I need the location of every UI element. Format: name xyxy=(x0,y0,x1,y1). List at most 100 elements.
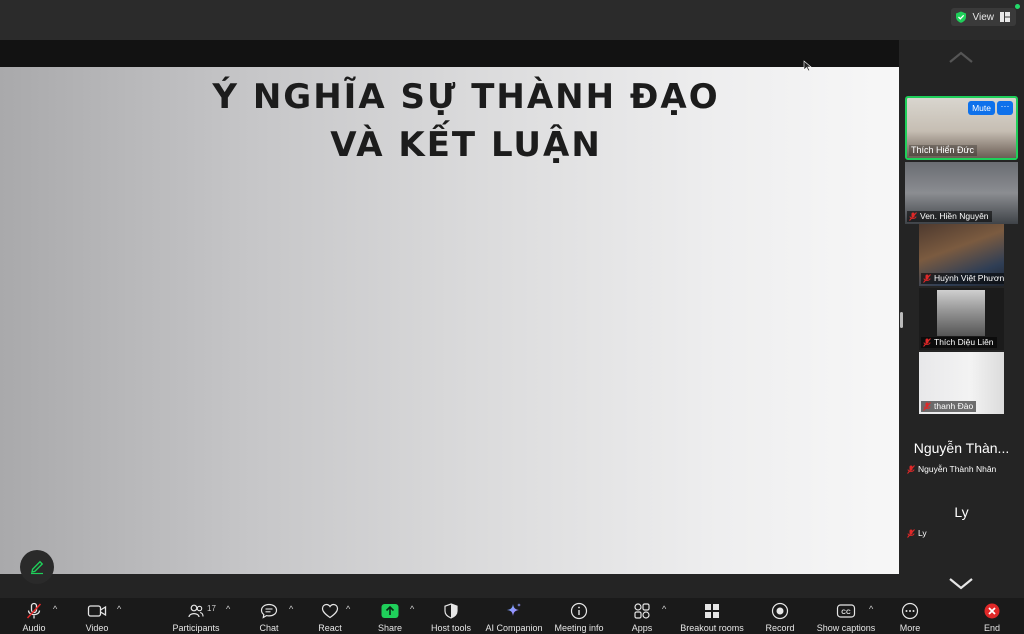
host-tools-button[interactable]: Host tools xyxy=(426,598,476,634)
breakout-rooms-label: Breakout rooms xyxy=(680,623,744,633)
chat-bubble-icon xyxy=(260,603,278,619)
participants-label: Participants xyxy=(172,623,220,633)
video-button[interactable]: Video xyxy=(77,598,117,634)
apps-button[interactable]: Apps xyxy=(625,598,659,634)
participant-name: Ly xyxy=(918,528,927,538)
more-label: More xyxy=(899,623,921,633)
participant-name: Nguyễn Thành Nhân xyxy=(918,464,997,474)
video-tile-active-speaker[interactable]: Mute ··· Thích Hiển Đức xyxy=(905,96,1018,160)
meeting-info-label: Meeting info xyxy=(554,623,604,633)
participant-name-label: Nguyễn Thành Nhân xyxy=(907,464,996,474)
microphone-muted-icon xyxy=(26,602,42,619)
video-options-caret[interactable]: ^ xyxy=(117,604,121,614)
react-button[interactable]: React xyxy=(313,598,347,634)
heart-icon xyxy=(321,603,339,619)
svg-text:CC: CC xyxy=(841,609,851,616)
share-screen-button[interactable]: Share xyxy=(373,598,407,634)
security-shield-icon xyxy=(955,11,966,23)
show-captions-label: Show captions xyxy=(816,623,876,633)
view-button[interactable]: View xyxy=(950,8,1016,26)
status-dot xyxy=(1015,4,1020,9)
end-meeting-icon xyxy=(984,603,1000,619)
audio-button[interactable]: Audio xyxy=(14,598,54,634)
more-options-icon xyxy=(901,602,919,620)
video-label: Video xyxy=(85,623,109,633)
presentation-slide: Ý NGHĨA SỰ THÀNH ĐẠO VÀ KẾT LUẬN xyxy=(0,60,899,574)
video-tile[interactable]: Ven. Hiền Nguyên xyxy=(905,162,1018,224)
video-tile[interactable]: Huỳnh Việt Phương xyxy=(919,224,1004,286)
record-label: Record xyxy=(765,623,795,633)
react-options-caret[interactable]: ^ xyxy=(346,604,350,614)
participant-name-label: thanh Đào xyxy=(921,401,977,412)
end-meeting-button[interactable]: End xyxy=(975,598,1009,634)
mic-muted-icon xyxy=(907,464,915,474)
chat-options-caret[interactable]: ^ xyxy=(289,604,293,614)
mouse-cursor-icon xyxy=(803,60,812,72)
participant-name: thanh Đào xyxy=(934,401,974,411)
view-label: View xyxy=(972,11,995,23)
record-button[interactable]: Record xyxy=(762,598,798,634)
participant-name-label: Ly xyxy=(907,528,927,538)
breakout-rooms-button[interactable]: Breakout rooms xyxy=(678,598,746,634)
video-tile-no-video[interactable]: Ly Ly xyxy=(905,480,1018,542)
closed-captions-icon: CC xyxy=(836,604,856,618)
share-options-caret[interactable]: ^ xyxy=(410,604,414,614)
share-label: Share xyxy=(377,623,403,633)
shield-icon xyxy=(444,603,458,619)
grid-view-icon xyxy=(1000,12,1010,22)
slide-title-line-2: VÀ KẾT LUẬN xyxy=(330,125,602,165)
share-screen-icon xyxy=(381,604,399,618)
ai-companion-label: AI Companion xyxy=(485,623,543,633)
panel-resize-handle[interactable] xyxy=(900,312,903,328)
chat-label: Chat xyxy=(259,623,279,633)
apps-icon xyxy=(634,603,650,619)
meeting-toolbar: Audio ^ Video ^ Participants 17 ^ Chat ^… xyxy=(0,598,1024,634)
ai-companion-button[interactable]: AI Companion xyxy=(484,598,544,634)
mic-muted-icon xyxy=(923,402,931,411)
mic-muted-icon xyxy=(923,274,931,283)
mute-participant-button[interactable]: Mute xyxy=(968,101,995,115)
participant-name: Ven. Hiền Nguyên xyxy=(920,211,989,221)
breakout-rooms-icon xyxy=(705,604,719,618)
participants-count: 17 xyxy=(207,604,216,613)
shared-screen-area: Ý NGHĨA SỰ THÀNH ĐẠO VÀ KẾT LUẬN xyxy=(0,40,899,584)
record-icon xyxy=(771,602,789,620)
participants-icon xyxy=(188,604,204,618)
participant-more-button[interactable]: ··· xyxy=(997,101,1013,115)
video-tile[interactable]: Thích Diệu Liên xyxy=(919,288,1004,350)
sparkle-icon xyxy=(507,603,521,616)
participants-options-caret[interactable]: ^ xyxy=(226,604,230,614)
annotate-button[interactable] xyxy=(20,550,54,584)
participant-name: Thích Diệu Liên xyxy=(934,337,994,347)
more-button[interactable]: More xyxy=(893,598,927,634)
chat-button[interactable]: Chat xyxy=(252,598,286,634)
captions-options-caret[interactable]: ^ xyxy=(869,604,873,614)
participant-name: Huỳnh Việt Phương xyxy=(934,273,1004,283)
slide-title-line-1: Ý NGHĨA SỰ THÀNH ĐẠO xyxy=(212,77,720,117)
zoom-meeting-window: View Ý NGHĨA SỰ THÀNH ĐẠO VÀ KẾT LUẬN Mu… xyxy=(0,0,1024,634)
video-tile-no-video[interactable]: Nguyễn Thàn... Nguyễn Thành Nhân xyxy=(905,416,1018,478)
react-label: React xyxy=(318,623,342,633)
info-icon xyxy=(570,602,588,620)
mic-muted-icon xyxy=(923,338,931,347)
participant-name-label: Huỳnh Việt Phương xyxy=(921,273,1004,284)
chevron-down-icon[interactable] xyxy=(948,576,974,590)
participant-name: Thích Hiển Đức xyxy=(909,145,978,156)
participant-display-name: Ly xyxy=(954,504,969,520)
participant-name-label: Thích Diệu Liên xyxy=(921,337,997,348)
video-tile[interactable]: thanh Đào xyxy=(919,352,1004,414)
top-bar: View xyxy=(0,0,1024,40)
audio-label: Audio xyxy=(22,623,46,633)
apps-options-caret[interactable]: ^ xyxy=(662,604,666,614)
participant-display-name: Nguyễn Thàn... xyxy=(913,440,1010,456)
pencil-icon xyxy=(31,560,44,575)
mic-muted-icon xyxy=(909,212,917,221)
end-label: End xyxy=(983,623,1000,633)
host-tools-label: Host tools xyxy=(430,623,472,633)
participant-name-label: Ven. Hiền Nguyên xyxy=(907,211,992,222)
video-camera-icon xyxy=(87,605,107,617)
mic-muted-icon xyxy=(907,528,915,538)
audio-options-caret[interactable]: ^ xyxy=(53,604,57,614)
meeting-info-button[interactable]: Meeting info xyxy=(552,598,606,634)
chevron-up-icon[interactable] xyxy=(948,50,974,64)
